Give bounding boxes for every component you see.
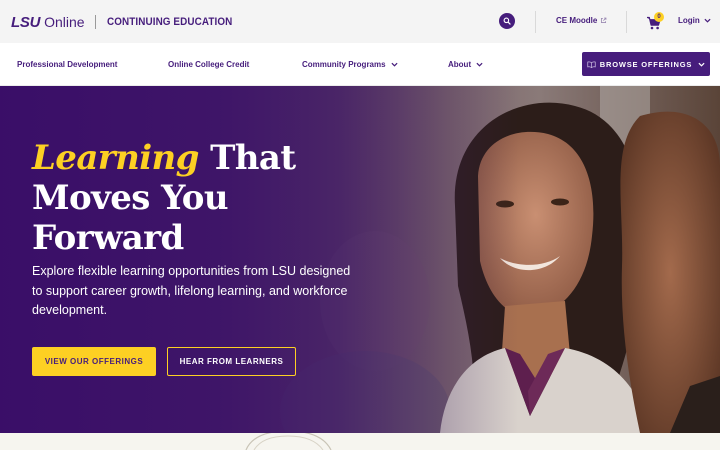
login-label: Login [678,16,700,25]
nav-item-label: Community Programs [302,60,386,69]
next-section-preview [0,433,720,450]
nav-item-label: About [448,60,472,69]
chevron-down-icon [476,62,483,67]
book-icon [587,61,596,68]
login-menu[interactable]: Login [678,16,711,25]
divider [535,11,536,33]
search-icon [503,17,511,25]
site-logo[interactable]: LSU Online CONTINUING EDUCATION [11,13,246,31]
nav-item-label: Professional Development [17,60,118,69]
hero-subtitle: Explore flexible learning opportunities … [32,264,351,317]
divider [626,11,627,33]
search-button[interactable] [499,13,515,29]
hero-banner: Learning That Moves You Forward Explore … [0,86,720,433]
chevron-down-icon [391,62,398,67]
hero-title-accent: Learning [32,138,199,178]
external-link-icon [601,17,607,24]
view-offerings-button[interactable]: VIEW OUR OFFERINGS [32,347,156,376]
logo-lsu: LSU [11,13,41,31]
hear-from-learners-button[interactable]: HEAR FROM LEARNERS [167,347,296,376]
logo-divider [94,15,96,29]
browse-offerings-button[interactable]: BROWSE OFFERINGS [582,52,710,76]
browse-offerings-label: BROWSE OFFERINGS [599,59,693,69]
logo-unit-name: CONTINUING EDUCATION [106,16,232,28]
utility-bar: LSU Online CONTINUING EDUCATION CE Moodl… [0,0,720,43]
ce-moodle-label: CE Moodle [556,16,598,25]
ce-moodle-link[interactable]: CE Moodle [556,16,607,25]
logo-online: Online [44,14,85,30]
nav-item-community-programs[interactable]: Community Programs [302,60,398,69]
nav-item-label: Online College Credit [168,60,250,69]
chevron-down-icon [698,62,705,67]
nav-item-online-college-credit[interactable]: Online College Credit [168,60,249,69]
nav-item-professional-development[interactable]: Professional Development [17,60,117,69]
seal-graphic [245,433,332,450]
hero-title: Learning That Moves You Forward [32,138,372,258]
chevron-down-icon [704,18,711,23]
main-nav: Professional Development Online College … [0,43,720,86]
nav-item-about[interactable]: About [448,60,483,69]
cart-count-badge: 0 [654,12,664,22]
